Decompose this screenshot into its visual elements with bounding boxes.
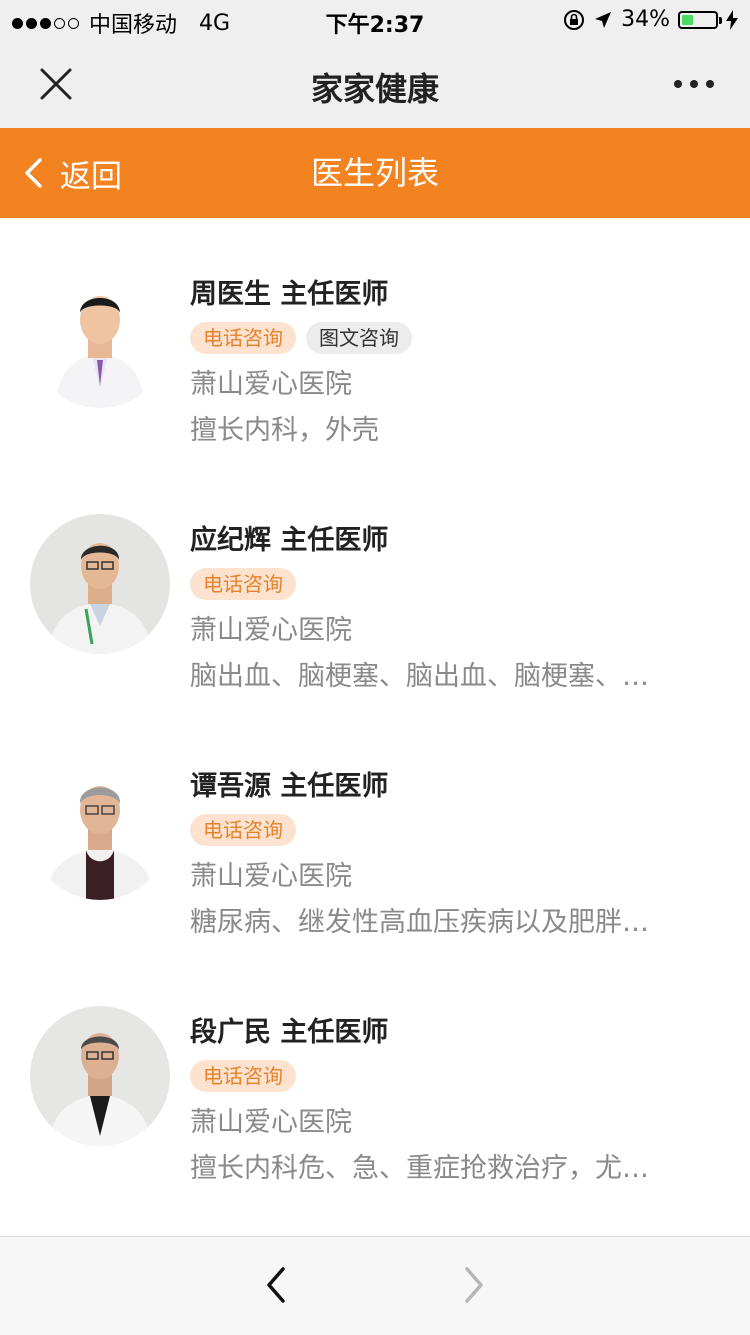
more-dots-icon	[674, 80, 682, 88]
status-right: 34%	[563, 7, 738, 32]
doctor-specialty: 糖尿病、继发性高血压疾病以及肥胖…	[190, 907, 649, 938]
battery-level	[682, 14, 693, 25]
doctor-specialty: 擅长内科危、急、重症抢救治疗，尤…	[190, 1153, 649, 1184]
doctor-name: 谭吾源 主任医师	[190, 771, 389, 802]
status-bar: 中国移动 4G 下午2:37 34%	[0, 0, 750, 40]
chevron-left-icon	[25, 158, 42, 188]
location-arrow-icon	[595, 11, 612, 28]
more-button[interactable]	[674, 70, 714, 98]
doctor-avatar	[30, 1006, 170, 1146]
battery-icon	[678, 10, 722, 29]
phone-consult-tag[interactable]: 电话咨询	[190, 1060, 296, 1092]
text-consult-tag[interactable]: 图文咨询	[306, 322, 412, 354]
doctor-photo	[30, 760, 170, 900]
chevron-right-icon	[465, 1267, 483, 1303]
close-icon	[40, 68, 72, 100]
doctor-avatar	[30, 760, 170, 900]
doctor-photo	[30, 514, 170, 654]
doctor-list: 周医生 主任医师 电话咨询 图文咨询 萧山爱心医院 擅长内科，外壳 应纪辉 主任…	[0, 218, 750, 1202]
phone-consult-tag[interactable]: 电话咨询	[190, 814, 296, 846]
doctor-photo	[30, 1006, 170, 1146]
doctor-photo	[30, 268, 170, 408]
doctor-hospital: 萧山爱心医院	[190, 615, 352, 646]
app-title: 家家健康	[310, 70, 439, 108]
back-button[interactable]: 返回	[22, 128, 122, 218]
bottom-nav-bar	[0, 1236, 750, 1335]
doctor-specialty: 擅长内科，外壳	[190, 415, 379, 446]
phone-consult-tag[interactable]: 电话咨询	[190, 322, 296, 354]
doctor-name: 周医生 主任医师	[190, 279, 389, 310]
doctor-card[interactable]: 周医生 主任医师 电话咨询 图文咨询 萧山爱心医院 擅长内科，外壳	[0, 218, 750, 464]
consult-tags: 电话咨询	[190, 568, 296, 600]
doctor-avatar	[30, 514, 170, 654]
doctor-card[interactable]: 段广民 主任医师 电话咨询 萧山爱心医院 擅长内科危、急、重症抢救治疗，尤…	[0, 956, 750, 1202]
phone-consult-tag[interactable]: 电话咨询	[190, 568, 296, 600]
consult-tags: 电话咨询 图文咨询	[190, 322, 412, 354]
close-button[interactable]	[38, 66, 74, 102]
nav-bar: 返回 医生列表	[0, 128, 750, 218]
browser-forward-button[interactable]	[454, 1265, 494, 1305]
doctor-hospital: 萧山爱心医院	[190, 369, 352, 400]
doctor-avatar	[30, 268, 170, 408]
orientation-lock-icon	[564, 9, 585, 30]
doctor-card[interactable]: 谭吾源 主任医师 电话咨询 萧山爱心医院 糖尿病、继发性高血压疾病以及肥胖…	[0, 710, 750, 956]
doctor-name: 段广民 主任医师	[190, 1017, 389, 1048]
doctor-name: 应纪辉 主任医师	[190, 525, 389, 556]
back-label: 返回	[60, 158, 122, 195]
consult-tags: 电话咨询	[190, 814, 296, 846]
charging-bolt-icon	[726, 9, 738, 30]
doctor-specialty: 脑出血、脑梗塞、脑出血、脑梗塞、…	[190, 661, 649, 692]
consult-tags: 电话咨询	[190, 1060, 296, 1092]
title-bar: 家家健康	[0, 40, 750, 128]
doctor-card[interactable]: 应纪辉 主任医师 电话咨询 萧山爱心医院 脑出血、脑梗塞、脑出血、脑梗塞、…	[0, 464, 750, 710]
doctor-hospital: 萧山爱心医院	[190, 1107, 352, 1138]
browser-back-button[interactable]	[256, 1265, 296, 1305]
battery-percent: 34%	[621, 7, 670, 32]
chevron-left-icon	[267, 1267, 285, 1303]
doctor-hospital: 萧山爱心医院	[190, 861, 352, 892]
